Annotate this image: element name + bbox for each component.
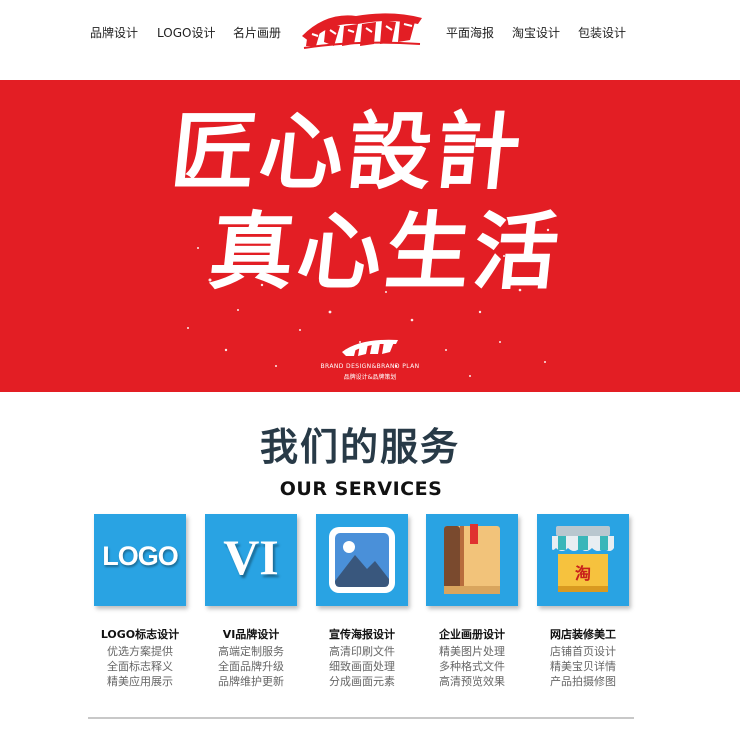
service-line: 产品拍摄修图 <box>550 675 616 688</box>
service-line: 高清预览效果 <box>439 675 505 688</box>
shop-taobao-label: 淘 <box>574 564 591 583</box>
section-divider <box>88 717 634 719</box>
service-line: 品牌维护更新 <box>218 675 284 688</box>
service-card-poster[interactable] <box>316 514 408 606</box>
service-line: 多种格式文件 <box>439 660 505 673</box>
nav-package-design[interactable]: 包装设计 <box>578 24 626 42</box>
nav-taobao-design[interactable]: 淘宝设计 <box>512 24 560 42</box>
picture-icon <box>329 527 395 593</box>
services-subtitle: OUR SERVICES <box>279 478 443 500</box>
hero-tagline-cn: 品牌设计&品牌策划 <box>343 374 397 381</box>
nav-poster-design[interactable]: 平面海报 <box>446 24 494 42</box>
logo-text-icon: LOGO <box>102 541 179 571</box>
top-nav: 品牌设计 LOGO设计 名片画册 平面海报 淘宝设计 包装设计 <box>0 0 740 80</box>
brand-logo[interactable] <box>296 6 428 54</box>
hero-tagline-en: BRAND DESIGN&BRAND PLAN <box>320 363 420 370</box>
service-card-brochure[interactable] <box>426 514 518 606</box>
nav-brand-design[interactable]: 品牌设计 <box>90 24 138 42</box>
service-title-vi: VI品牌设计 <box>222 628 280 641</box>
hero-headline-line2: 真心生活 <box>204 202 568 301</box>
service-title-logo: LOGO标志设计 <box>100 628 180 641</box>
service-line: 精美宝贝详情 <box>550 660 616 673</box>
nav-logo-design[interactable]: LOGO设计 <box>157 24 215 42</box>
book-icon <box>444 524 500 594</box>
service-card-vi[interactable]: VI <box>205 514 297 606</box>
hero-logo-mark <box>342 339 398 356</box>
service-line: 分成画面元素 <box>329 675 395 688</box>
nav-card-brochure[interactable]: 名片画册 <box>233 24 281 42</box>
service-line: 全面品牌升级 <box>218 660 284 673</box>
service-title-shop: 网店装修美工 <box>550 628 616 641</box>
services-title: 我们的服务 <box>259 425 460 469</box>
service-line: 精美应用展示 <box>107 675 173 688</box>
service-line: 高清印刷文件 <box>329 645 395 658</box>
service-line: 高端定制服务 <box>218 645 284 658</box>
service-line: 细致画面处理 <box>329 660 395 673</box>
service-line: 店铺首页设计 <box>550 645 616 658</box>
vi-text-icon: VI <box>223 529 279 585</box>
service-title-brochure: 企业画册设计 <box>439 628 505 641</box>
service-line: 全面标志释义 <box>107 660 173 673</box>
service-card-shop[interactable]: 淘 <box>537 514 629 606</box>
service-line: 优选方案提供 <box>107 645 173 658</box>
service-line: 精美图片处理 <box>439 645 505 658</box>
service-card-logo[interactable]: LOGO <box>94 514 186 606</box>
service-title-poster: 宣传海报设计 <box>329 628 395 641</box>
hero-banner[interactable]: 匠心設計 真心生活 BRAND DESIGN&BRAND PLAN 品牌设计&品… <box>0 80 740 392</box>
hero-headline-line1: 匠心設計 <box>166 102 530 201</box>
